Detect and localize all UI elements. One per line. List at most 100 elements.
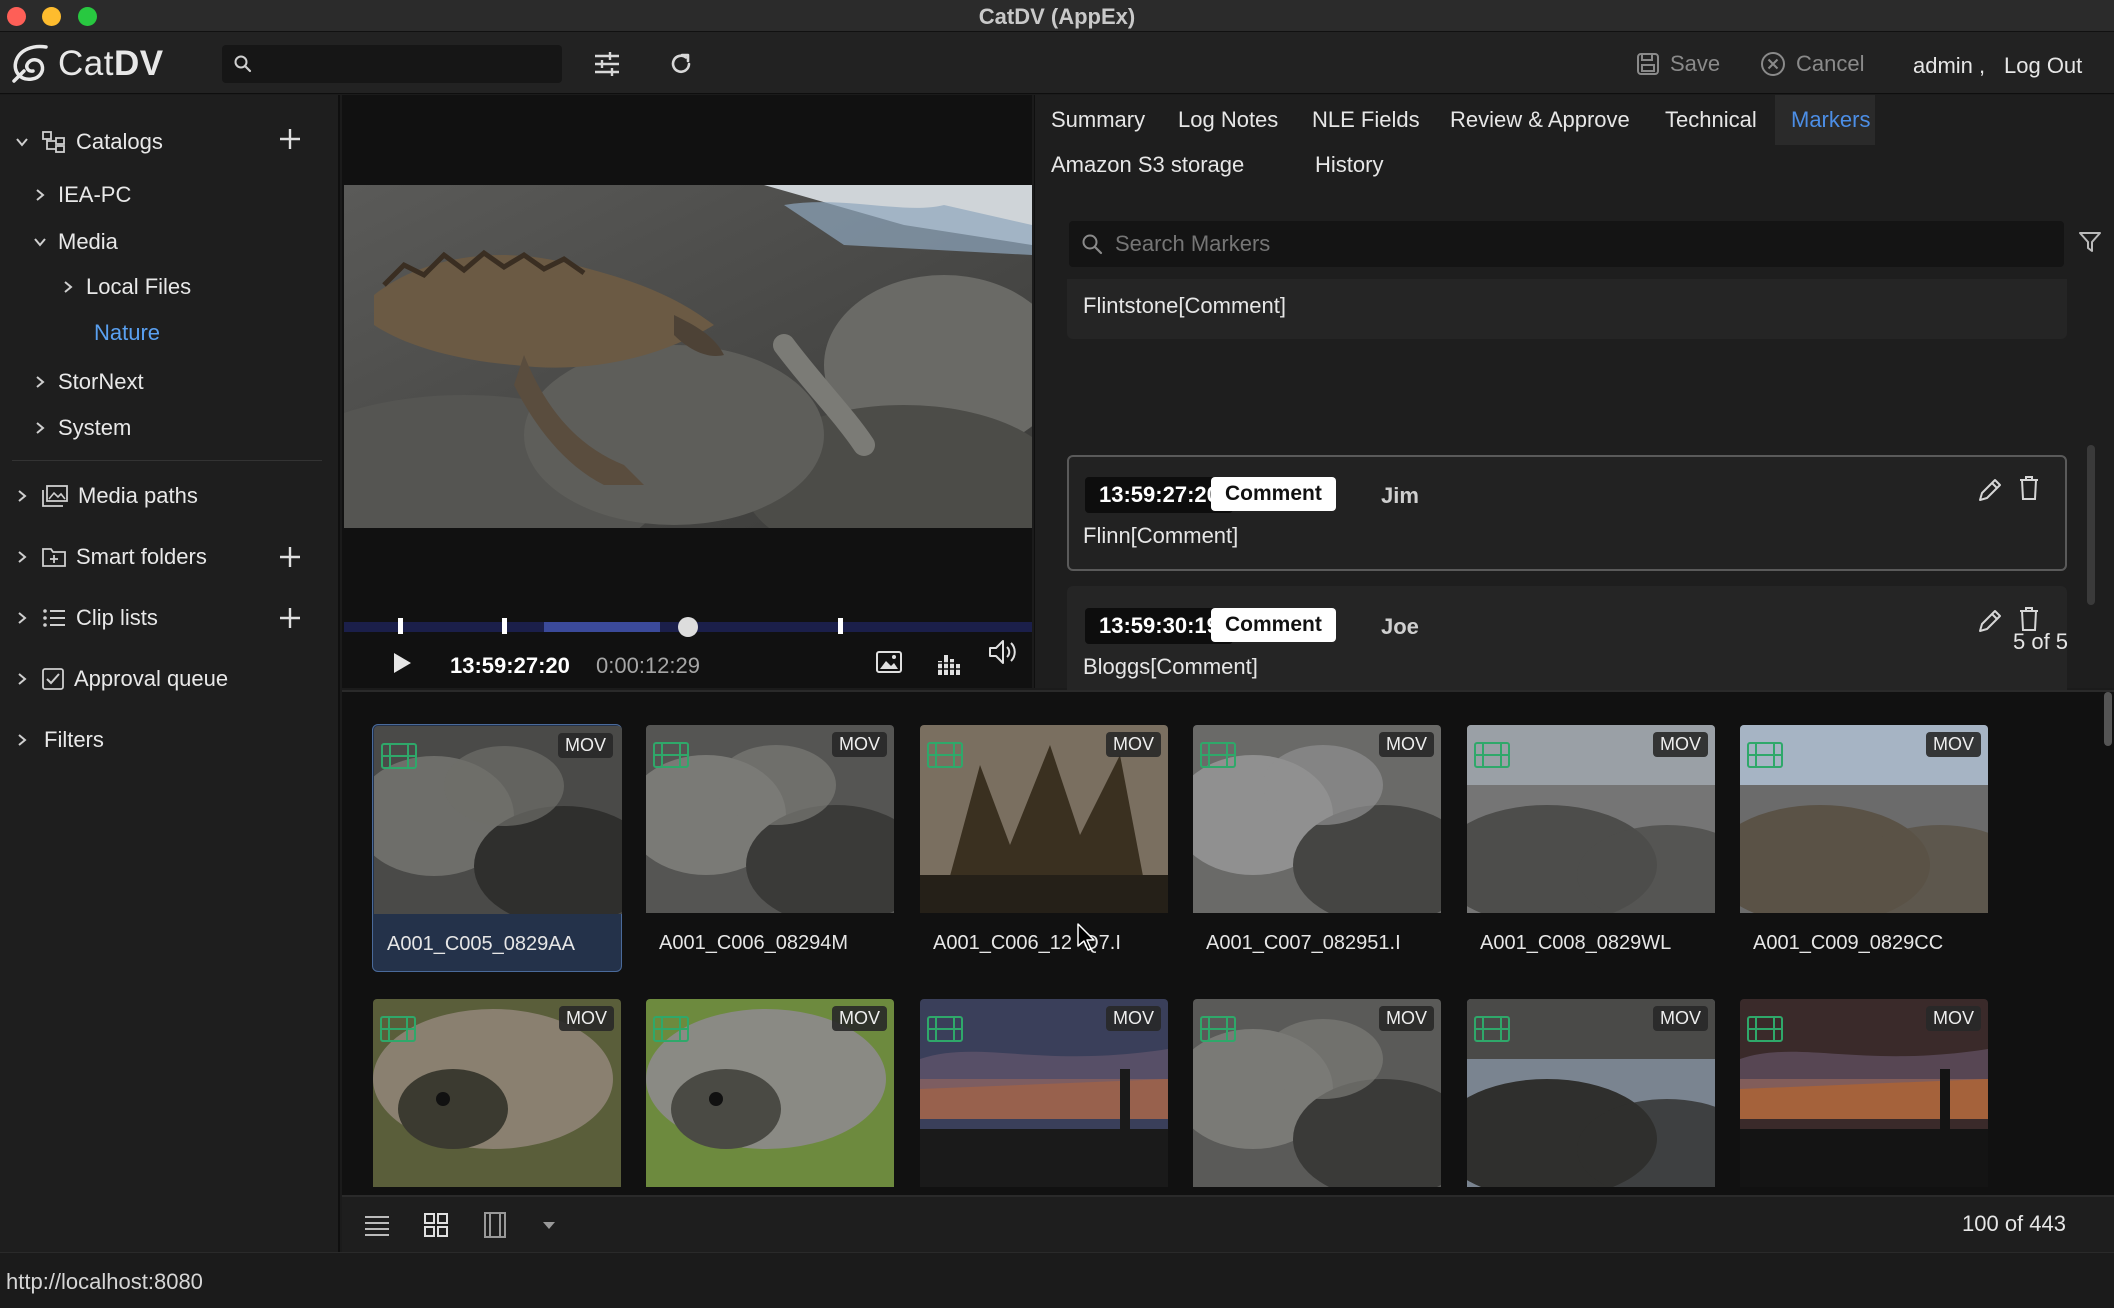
delete-marker-button[interactable] bbox=[2019, 475, 2039, 501]
sidebar: Catalogs IEA-PC Media Local Files Nature… bbox=[0, 95, 340, 1252]
list-icon bbox=[43, 609, 65, 627]
filter-options-button[interactable] bbox=[594, 52, 620, 76]
cancel-button[interactable]: Cancel bbox=[1760, 51, 1864, 77]
sidebar-filters-label: Filters bbox=[44, 727, 104, 752]
marker-tick[interactable] bbox=[398, 618, 403, 634]
clip-thumbnail-card[interactable]: MOV bbox=[1466, 998, 1716, 1195]
marker-scrollbar[interactable] bbox=[2087, 445, 2095, 605]
marker-card[interactable]: 13:59:27:20 Comment Jim Flinn[Comment] bbox=[1067, 455, 2067, 571]
add-clip-list-icon[interactable] bbox=[278, 606, 302, 630]
tab-log-notes[interactable]: Log Notes bbox=[1178, 107, 1278, 133]
clip-thumbnail-card[interactable]: MOV bbox=[1192, 998, 1442, 1195]
tree-item-media[interactable]: Media bbox=[32, 229, 118, 255]
volume-button[interactable] bbox=[988, 638, 1018, 666]
video-preview[interactable] bbox=[344, 185, 1032, 528]
tab-markers[interactable]: Markers bbox=[1791, 107, 1870, 133]
search-input[interactable] bbox=[262, 45, 552, 83]
refresh-button[interactable] bbox=[668, 51, 694, 77]
clip-thumbnail-card[interactable]: MOV bbox=[1739, 998, 1989, 1195]
tree-item-local-files[interactable]: Local Files bbox=[60, 274, 191, 300]
tree-item-stornext[interactable]: StorNext bbox=[32, 369, 144, 395]
tree-item-nature[interactable]: Nature bbox=[94, 320, 160, 346]
sidebar-smart-folders[interactable]: Smart folders bbox=[14, 544, 207, 570]
playhead-handle[interactable] bbox=[678, 617, 698, 637]
list-view-button[interactable] bbox=[364, 1214, 390, 1236]
clip-thumbnail-card[interactable]: MOV A001_C009_0829CC bbox=[1739, 724, 1989, 972]
smart-folder-icon bbox=[42, 548, 66, 567]
film-clip-icon bbox=[1747, 1016, 1783, 1042]
marker-card[interactable]: 13:59:30:19 Comment Joe Bloggs[Comment] bbox=[1067, 586, 2067, 702]
tab-amazon-s3-storage[interactable]: Amazon S3 storage bbox=[1051, 152, 1244, 178]
checkbox-icon bbox=[42, 668, 64, 690]
catalog-tree-icon bbox=[42, 131, 65, 153]
tab-technical[interactable]: Technical bbox=[1665, 107, 1757, 133]
clip-thumbnail-card[interactable]: MOV A001_C006_12 Q7.I bbox=[919, 724, 1169, 972]
grid-scrollbar[interactable] bbox=[2104, 692, 2112, 746]
chevron-right-icon bbox=[18, 551, 27, 563]
clip-thumbnail-card[interactable]: MOV bbox=[919, 998, 1169, 1195]
marker-text: Bloggs[Comment] bbox=[1083, 654, 1258, 679]
cat-logo-icon bbox=[12, 44, 48, 83]
clip-duration: 0:00:12:29 bbox=[596, 653, 700, 678]
film-clip-icon bbox=[927, 1016, 963, 1042]
grid-view-button[interactable] bbox=[424, 1213, 448, 1237]
view-options-dropdown[interactable] bbox=[542, 1221, 556, 1230]
tab-review-approve[interactable]: Review & Approve bbox=[1450, 107, 1630, 133]
chevron-right-icon bbox=[64, 281, 73, 293]
tree-item-system[interactable]: System bbox=[32, 415, 131, 441]
sidebar-catalogs[interactable]: Catalogs bbox=[14, 129, 163, 155]
tree-item-label: StorNext bbox=[58, 369, 144, 394]
marker-tick[interactable] bbox=[838, 618, 843, 634]
clip-grid: MOV A001_C005_0829AA MOV A001_C006_08294… bbox=[342, 690, 2114, 1195]
sidebar-media-paths-label: Media paths bbox=[78, 483, 198, 508]
clip-thumbnail-card[interactable]: MOV A001_C006_08294M bbox=[645, 724, 895, 972]
add-catalog-icon[interactable] bbox=[278, 127, 302, 151]
status-bar: http://localhost:8080 bbox=[0, 1252, 2114, 1308]
chevron-right-icon bbox=[36, 422, 45, 434]
edit-marker-button[interactable] bbox=[1977, 608, 2003, 634]
user-name: admin , bbox=[1913, 53, 1986, 78]
timeline-scrubber[interactable] bbox=[344, 617, 1032, 637]
tab-history[interactable]: History bbox=[1315, 152, 1383, 178]
play-button[interactable] bbox=[392, 652, 412, 674]
clip-thumbnail-card[interactable]: MOV bbox=[372, 998, 622, 1195]
sidebar-media-paths[interactable]: Media paths bbox=[14, 483, 198, 509]
image-icon bbox=[876, 651, 902, 673]
clip-thumbnail-card[interactable]: MOV A001_C005_0829AA bbox=[372, 724, 622, 972]
film-clip-icon bbox=[1474, 742, 1510, 768]
marker-tick[interactable] bbox=[502, 618, 507, 634]
snapshot-button[interactable] bbox=[876, 651, 902, 673]
sidebar-filters[interactable]: Filters bbox=[14, 727, 104, 753]
floppy-disk-icon bbox=[1637, 53, 1659, 75]
toolbar: CatDV Save Cancel admin , Log Out bbox=[0, 32, 2114, 94]
add-smart-folder-icon[interactable] bbox=[278, 545, 302, 569]
clip-name: A001_C008_0829WL bbox=[1480, 932, 1672, 954]
tree-item-iea-pc[interactable]: IEA-PC bbox=[32, 182, 131, 208]
mouse-pointer-icon bbox=[1077, 923, 1095, 951]
marker-search[interactable] bbox=[1069, 221, 2064, 267]
status-url: http://localhost:8080 bbox=[6, 1269, 203, 1294]
filmstrip-view-button[interactable] bbox=[484, 1212, 506, 1238]
clip-thumbnail-card[interactable]: MOV bbox=[645, 998, 895, 1195]
clip-thumbnail-card[interactable]: MOV A001_C007_082951.I bbox=[1192, 724, 1442, 972]
sidebar-clip-lists[interactable]: Clip lists bbox=[14, 605, 158, 631]
marker-type: Comment bbox=[1211, 477, 1336, 511]
clip-details-panel: Summary Log Notes NLE Fields Review & Ap… bbox=[1034, 95, 2114, 702]
clip-thumbnail-card[interactable]: MOV A001_C008_0829WL bbox=[1466, 724, 1716, 972]
audio-levels-button[interactable] bbox=[936, 651, 962, 675]
marker-search-input[interactable] bbox=[1115, 221, 2045, 267]
marker-filter-button[interactable] bbox=[2079, 231, 2101, 253]
tree-item-label: Nature bbox=[94, 320, 161, 345]
tree-item-label: Local Files bbox=[86, 274, 192, 299]
marker-card[interactable]: Flintstone[Comment] bbox=[1067, 279, 2067, 339]
chevron-right-icon bbox=[36, 376, 45, 388]
chevron-down-icon bbox=[34, 238, 46, 247]
tab-nle-fields[interactable]: NLE Fields bbox=[1312, 107, 1420, 133]
sidebar-approval-queue[interactable]: Approval queue bbox=[14, 666, 228, 692]
edit-marker-button[interactable] bbox=[1977, 477, 2003, 503]
logout-link[interactable]: Log Out bbox=[2004, 53, 2082, 79]
film-clip-icon bbox=[380, 1016, 416, 1042]
tab-summary[interactable]: Summary bbox=[1051, 107, 1145, 133]
global-search[interactable] bbox=[222, 45, 562, 83]
save-button[interactable]: Save bbox=[1636, 51, 1720, 77]
